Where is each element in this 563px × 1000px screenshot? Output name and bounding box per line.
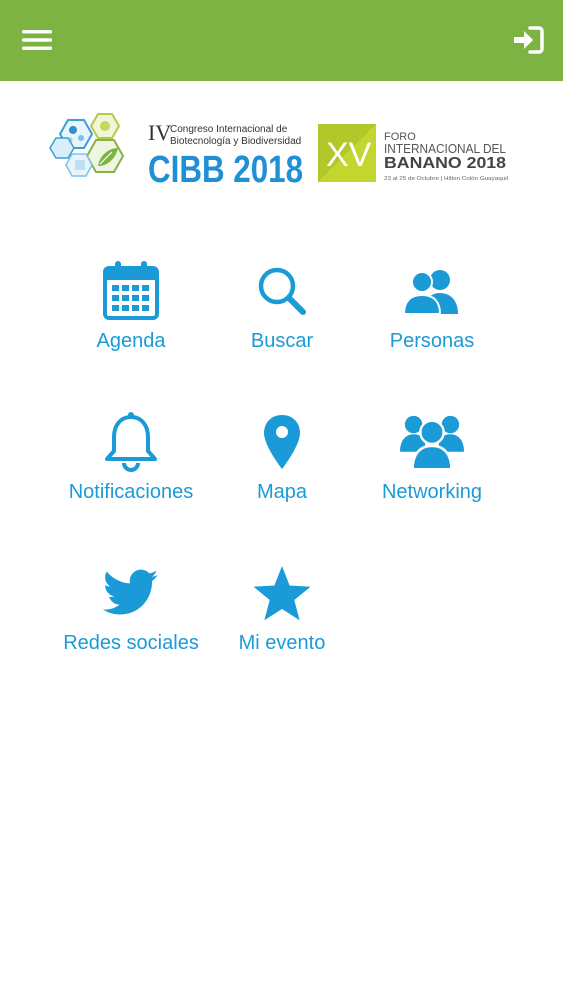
cibb-logo bbox=[49, 113, 125, 177]
foro-line3: BANANO 2018 bbox=[384, 155, 506, 172]
menu-item-label: Mapa bbox=[256, 481, 308, 503]
foro-line4: 23 al 25 de Octubre | Hilton Colón Guaya… bbox=[384, 176, 508, 182]
menu-item-networking[interactable]: Networking bbox=[357, 401, 507, 521]
menu-item-mi-evento[interactable]: Mi evento bbox=[207, 552, 357, 672]
menu-item-label: Notificaciones bbox=[68, 481, 194, 503]
login-button[interactable] bbox=[508, 20, 548, 60]
map-pin-icon bbox=[264, 415, 300, 469]
sign-in-icon bbox=[514, 26, 544, 54]
menu-item-label: Redes sociales bbox=[63, 632, 199, 654]
menu-item-label: Networking bbox=[381, 481, 483, 503]
foro-line2: INTERNACIONAL DEL bbox=[384, 141, 506, 156]
hamburger-menu-icon bbox=[22, 30, 52, 50]
menu-button[interactable] bbox=[17, 20, 57, 60]
event-banner: IV Congreso Internacional de Biotecnolog… bbox=[48, 110, 518, 196]
menu-item-personas[interactable]: Personas bbox=[357, 250, 507, 370]
cibb-line1: Congreso Internacional de bbox=[170, 124, 288, 135]
cibb-line2: Biotecnología y Biodiversidad bbox=[170, 136, 301, 147]
menu-item-mapa[interactable]: Mapa bbox=[207, 401, 357, 521]
twitter-icon bbox=[103, 569, 159, 615]
cibb-title: CIBB 2018 bbox=[148, 149, 303, 191]
cibb-roman: IV bbox=[148, 120, 171, 145]
foro-roman: XV bbox=[326, 136, 372, 174]
people-icon bbox=[402, 270, 458, 315]
menu-item-label: Agenda bbox=[96, 330, 166, 352]
calendar-icon bbox=[103, 261, 159, 320]
group-icon bbox=[400, 415, 464, 471]
star-icon bbox=[253, 566, 311, 621]
menu-item-label: Personas bbox=[389, 330, 475, 352]
menu-item-agenda[interactable]: Agenda bbox=[56, 250, 206, 370]
search-icon bbox=[258, 267, 306, 315]
menu-item-label: Buscar bbox=[250, 330, 314, 352]
menu-item-label: Mi evento bbox=[238, 632, 326, 654]
bell-icon bbox=[105, 412, 157, 472]
app-bar bbox=[0, 0, 563, 81]
menu-item-redes-sociales[interactable]: Redes sociales bbox=[56, 552, 206, 672]
menu-item-buscar[interactable]: Buscar bbox=[207, 250, 357, 370]
menu-item-notificaciones[interactable]: Notificaciones bbox=[56, 401, 206, 521]
